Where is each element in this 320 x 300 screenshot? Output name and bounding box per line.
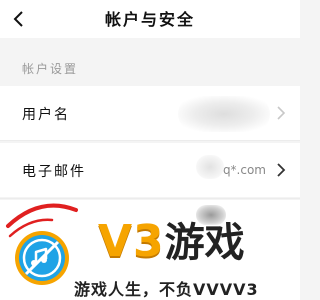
chevron-right-icon <box>277 163 286 177</box>
redacted-value <box>178 96 270 132</box>
watermark-brand-cn: 游戏 <box>164 220 245 266</box>
row-email[interactable]: 电子邮件 @q*.com <box>0 143 300 197</box>
watermark-slogan: 游戏人生，不负VVVV3 <box>74 280 259 299</box>
row-label: 电子邮件 <box>22 164 86 180</box>
page-title: 帐户与安全 <box>104 10 195 29</box>
section-label: 帐户设置 <box>22 62 79 76</box>
watermark-brand-latin: V3 <box>98 216 165 267</box>
row-label: 用户名 <box>22 107 70 123</box>
watermark-brand: V3游戏 <box>98 218 245 267</box>
divider <box>0 140 300 141</box>
top-bar: 帐户与安全 <box>0 0 300 38</box>
redacted-value <box>196 155 224 179</box>
watermark-logo-icon <box>15 231 69 285</box>
chevron-right-icon <box>277 106 286 120</box>
